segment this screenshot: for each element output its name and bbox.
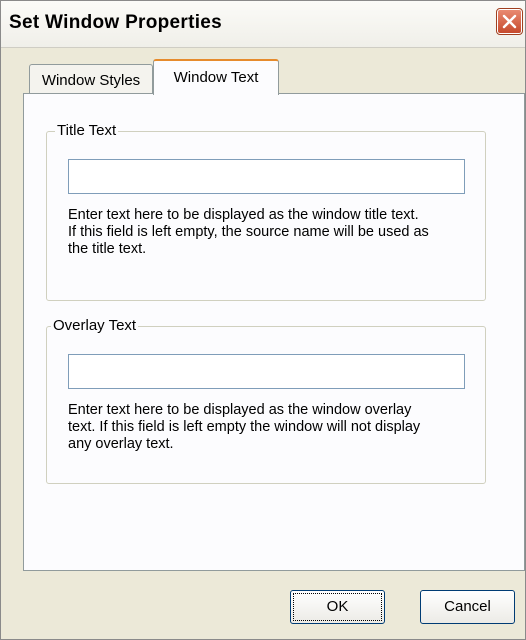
title-bar[interactable]: Set Window Properties [1,1,525,48]
tab-panel-window-text: Title Text Enter text here to be display… [23,93,525,571]
close-button[interactable] [496,8,523,35]
close-icon [502,14,517,29]
overlay-text-input[interactable] [68,354,465,389]
title-text-group-label: Title Text [55,122,119,140]
title-text-input[interactable] [68,159,465,194]
cancel-button[interactable]: Cancel [420,590,515,624]
overlay-text-group: Overlay Text Enter text here to be displ… [46,317,486,484]
ok-button[interactable]: OK [290,590,385,624]
title-text-help: Enter text here to be displayed as the w… [68,207,429,257]
tab-window-styles[interactable]: Window Styles [29,64,153,94]
tab-window-text[interactable]: Window Text [153,59,279,95]
overlay-text-help: Enter text here to be displayed as the w… [68,402,421,452]
title-text-group: Title Text Enter text here to be display… [46,122,486,301]
overlay-text-group-label: Overlay Text [51,317,139,335]
dialog-title: Set Window Properties [9,12,223,33]
dialog-window: Set Window Properties Window Styles Wind… [0,0,526,640]
